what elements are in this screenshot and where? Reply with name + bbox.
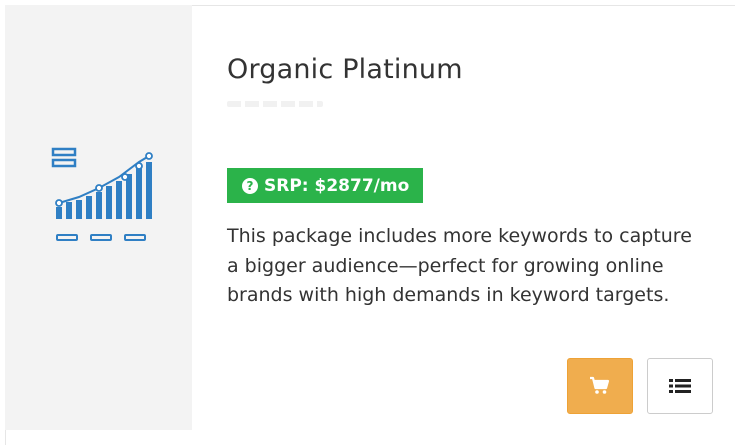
list-icon bbox=[669, 379, 691, 393]
add-to-cart-button[interactable] bbox=[567, 358, 633, 414]
price-badge: ? SRP: $2877/mo bbox=[227, 168, 424, 203]
growth-chart-icon bbox=[51, 147, 153, 241]
details-list-button[interactable] bbox=[647, 358, 713, 414]
product-description: This package includes more keywords to c… bbox=[227, 225, 692, 306]
product-image-panel bbox=[5, 5, 192, 430]
product-title: Organic Platinum bbox=[227, 54, 463, 85]
question-circle-icon[interactable]: ? bbox=[242, 177, 258, 194]
price-badge-label: SRP: $2877/mo bbox=[264, 175, 410, 196]
product-details: Organic Platinum ? SRP: $2877/mo This pa… bbox=[227, 0, 713, 430]
faint-subtitle-placeholder bbox=[227, 101, 323, 107]
cart-icon bbox=[590, 376, 610, 394]
